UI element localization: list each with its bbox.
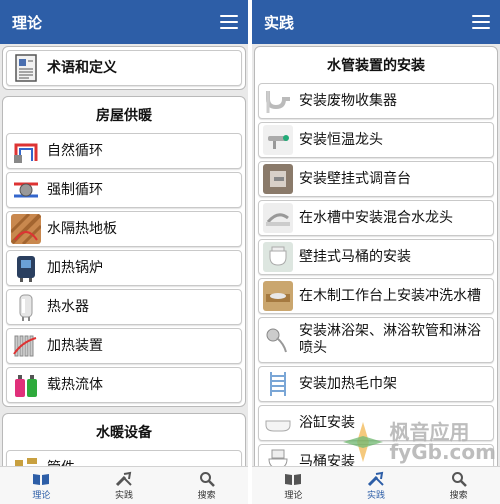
- tab-practice[interactable]: 实践: [83, 467, 166, 504]
- left-tab-bar: 理论 实践 搜索: [0, 466, 248, 504]
- tools-icon: [115, 471, 133, 487]
- list-item-label: 强制循环: [47, 181, 103, 198]
- theory-title: 理论: [12, 13, 43, 32]
- section-header-housing: 房屋供暖: [96, 108, 152, 124]
- floor-heating-icon: [11, 214, 41, 244]
- sink-mixer-icon: [263, 203, 293, 233]
- list-item-wall-toilet[interactable]: 壁挂式马桶的安装: [258, 239, 494, 275]
- radiator-icon: [11, 331, 41, 361]
- practice-appbar: 实践: [252, 0, 500, 44]
- tools-icon: [367, 471, 385, 487]
- practice-content: 水管装置的安装 安装废物收集器 安装恒温龙头 安装壁挂式调音台 在水槽中安装混合…: [252, 44, 500, 466]
- tab-practice[interactable]: 实践: [335, 467, 418, 504]
- practice-pane: 实践 水管装置的安装 安装废物收集器 安装恒温龙头 安装壁挂式调音台 在水槽中安…: [252, 0, 500, 504]
- list-item-label: 安装壁挂式调音台: [299, 170, 411, 187]
- theory-pane: 理论 术语和定义 房屋供暖 自然循环 强制循环 水隔热地板 加热锅炉 热水器 加…: [0, 0, 248, 504]
- list-item-label: 水隔热地板: [47, 220, 117, 237]
- list-item-shower[interactable]: 安装淋浴架、淋浴软管和淋浴喷头: [258, 317, 494, 363]
- list-item-label: 加热装置: [47, 337, 103, 354]
- document-icon: [11, 53, 41, 83]
- list-item-label: 加热锅炉: [47, 259, 103, 276]
- list-item-floor-heating[interactable]: 水隔热地板: [6, 211, 242, 247]
- list-item-water-heater[interactable]: 热水器: [6, 289, 242, 325]
- boiler-icon: [11, 253, 41, 283]
- tab-label: 实践: [367, 490, 386, 501]
- list-item-towel-rail[interactable]: 安装加热毛巾架: [258, 366, 494, 402]
- list-item-label: 安装恒温龙头: [299, 131, 383, 148]
- fittings-icon: [11, 453, 41, 466]
- bathtub-icon: [263, 408, 293, 438]
- list-item-drain-trap[interactable]: 安装废物收集器: [258, 83, 494, 119]
- wall-toilet-icon: [263, 242, 293, 272]
- list-item-label: 热水器: [47, 298, 89, 315]
- list-item-fittings[interactable]: 管件: [6, 450, 242, 466]
- list-item-label: 在木制工作台上安装冲洗水槽: [299, 287, 481, 304]
- hamburger-menu-icon[interactable]: [220, 15, 238, 29]
- book-icon: [284, 471, 302, 487]
- tab-label: 搜索: [449, 490, 468, 501]
- terms-card: 术语和定义: [2, 46, 246, 90]
- list-item-natural-circulation[interactable]: 自然循环: [6, 133, 242, 169]
- forced-circulation-icon: [11, 175, 41, 205]
- tab-label: 理论: [32, 490, 51, 501]
- shower-icon: [263, 325, 293, 355]
- tab-label: 实践: [115, 490, 134, 501]
- theory-appbar: 理论: [0, 0, 248, 44]
- list-item-terms[interactable]: 术语和定义: [6, 50, 242, 86]
- search-icon: [198, 471, 216, 487]
- thermostatic-faucet-icon: [263, 125, 293, 155]
- plumbing-equipment-card: 水暖设备 管件: [2, 413, 246, 466]
- section-header-installation: 水管装置的安装: [327, 58, 425, 74]
- wall-mixer-icon: [263, 164, 293, 194]
- list-item-toilet[interactable]: 马桶安装: [258, 444, 494, 466]
- search-icon: [450, 471, 468, 487]
- tab-search[interactable]: 搜索: [165, 467, 248, 504]
- list-item-bathtub[interactable]: 浴缸安装: [258, 405, 494, 441]
- plumbing-install-card: 水管装置的安装 安装废物收集器 安装恒温龙头 安装壁挂式调音台 在水槽中安装混合…: [254, 46, 498, 466]
- housing-heating-card: 房屋供暖 自然循环 强制循环 水隔热地板 加热锅炉 热水器 加热装置 载热流体: [2, 96, 246, 407]
- list-item-boiler[interactable]: 加热锅炉: [6, 250, 242, 286]
- list-item-heating-device[interactable]: 加热装置: [6, 328, 242, 364]
- list-item-label: 安装加热毛巾架: [299, 375, 397, 392]
- water-heater-icon: [11, 292, 41, 322]
- list-item-label: 术语和定义: [47, 59, 117, 76]
- theory-content: 术语和定义 房屋供暖 自然循环 强制循环 水隔热地板 加热锅炉 热水器 加热装置…: [0, 44, 248, 466]
- tab-label: 搜索: [197, 490, 216, 501]
- tab-label: 理论: [284, 490, 303, 501]
- toilet-icon: [263, 447, 293, 466]
- list-item-label: 壁挂式马桶的安装: [299, 248, 411, 265]
- list-item-wooden-sink[interactable]: 在木制工作台上安装冲洗水槽: [258, 278, 494, 314]
- book-icon: [32, 471, 50, 487]
- wooden-sink-icon: [263, 281, 293, 311]
- list-item-label: 在水槽中安装混合水龙头: [299, 209, 453, 226]
- right-tab-bar: 理论 实践 搜索: [252, 466, 500, 504]
- drain-trap-icon: [263, 86, 293, 116]
- list-item-label: 载热流体: [47, 376, 103, 393]
- list-item-thermostatic-faucet[interactable]: 安装恒温龙头: [258, 122, 494, 158]
- list-item-heat-fluid[interactable]: 载热流体: [6, 367, 242, 403]
- tab-theory[interactable]: 理论: [252, 467, 335, 504]
- list-item-label: 自然循环: [47, 142, 103, 159]
- practice-title: 实践: [264, 13, 295, 32]
- list-item-label: 浴缸安装: [299, 414, 355, 431]
- section-header-plumbing: 水暖设备: [96, 425, 152, 441]
- list-item-label: 安装废物收集器: [299, 92, 397, 109]
- hamburger-menu-icon[interactable]: [472, 15, 490, 29]
- list-item-label: 马桶安装: [299, 453, 355, 467]
- list-item-sink-mixer[interactable]: 在水槽中安装混合水龙头: [258, 200, 494, 236]
- towel-rail-icon: [263, 369, 293, 399]
- tab-theory[interactable]: 理论: [0, 467, 83, 504]
- list-item-forced-circulation[interactable]: 强制循环: [6, 172, 242, 208]
- list-item-wall-mixer[interactable]: 安装壁挂式调音台: [258, 161, 494, 197]
- fluid-bottles-icon: [11, 370, 41, 400]
- natural-circulation-icon: [11, 136, 41, 166]
- tab-search[interactable]: 搜索: [417, 467, 500, 504]
- list-item-label: 安装淋浴架、淋浴软管和淋浴喷头: [299, 323, 481, 356]
